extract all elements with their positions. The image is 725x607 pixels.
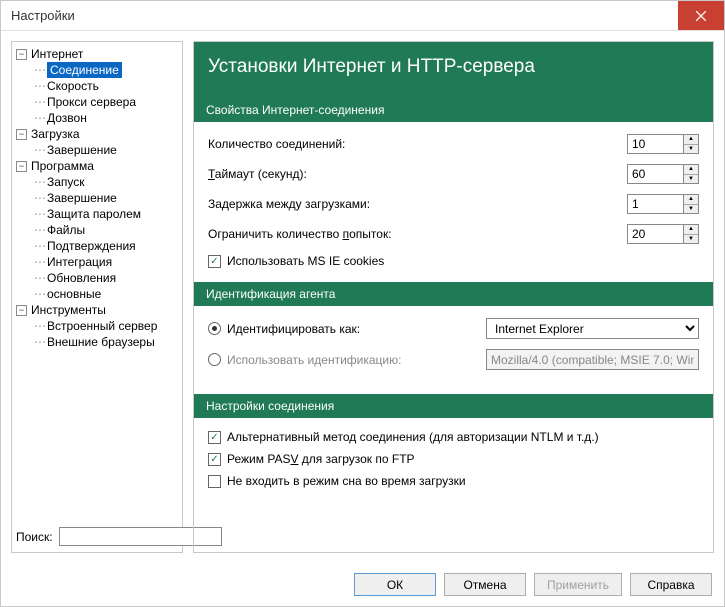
tree-item-main[interactable]: ⋯основные [32, 286, 180, 302]
tree-item-password[interactable]: ⋯Защита паролем [32, 206, 180, 222]
pasv-label: Режим PASV для загрузок по FTP [227, 452, 415, 466]
tree-item-download[interactable]: −Загрузка [14, 126, 180, 142]
search-row: Поиск: [14, 523, 180, 548]
retries-label: Ограничить количество попыток: [208, 227, 627, 241]
tree-item-speed[interactable]: ⋯Скорость [32, 78, 180, 94]
retries-input[interactable] [627, 224, 683, 244]
cookies-checkbox[interactable]: ✓ [208, 255, 221, 268]
retries-spinner[interactable]: ▲▼ [627, 224, 699, 244]
section-connection-body: ✓ Альтернативный метод соединения (для а… [194, 418, 713, 502]
identify-as-label: Идентифицировать как: [227, 322, 360, 336]
tree-item-connection[interactable]: ⋯Соединение [32, 62, 180, 78]
alt-method-label: Альтернативный метод соединения (для авт… [227, 430, 599, 444]
identify-as-radio[interactable] [208, 322, 221, 335]
search-label: Поиск: [16, 530, 53, 544]
section-agent-body: Идентифицировать как: Internet Explorer … [194, 306, 713, 394]
sleep-checkbox[interactable] [208, 475, 221, 488]
titlebar: Настройки [1, 1, 724, 31]
tree-item-finish2[interactable]: ⋯Завершение [32, 190, 180, 206]
use-id-input [486, 349, 699, 370]
section-connection: Настройки соединения [194, 394, 713, 418]
tree-item-proxy[interactable]: ⋯Прокси сервера [32, 94, 180, 110]
tree-item-external[interactable]: ⋯Внешние браузеры [32, 334, 180, 350]
tree-item-files[interactable]: ⋯Файлы [32, 222, 180, 238]
page-title: Установки Интернет и HTTP-сервера [194, 42, 713, 98]
spin-up-icon[interactable]: ▲ [684, 165, 698, 175]
timeout-label: Таймаут (секунд): [208, 167, 627, 181]
delay-label: Задержка между загрузками: [208, 197, 627, 211]
timeout-input[interactable] [627, 164, 683, 184]
sidebar: −Интернет ⋯Соединение ⋯Скорость ⋯Прокси … [11, 41, 183, 553]
tree-item-startup[interactable]: ⋯Запуск [32, 174, 180, 190]
section-agent: Идентификация агента [194, 282, 713, 306]
cookies-label: Использовать MS IE cookies [227, 254, 384, 268]
timeout-spinner[interactable]: ▲▼ [627, 164, 699, 184]
collapse-icon[interactable]: − [16, 305, 27, 316]
collapse-icon[interactable]: − [16, 129, 27, 140]
identify-as-select[interactable]: Internet Explorer [486, 318, 699, 339]
section-internet-props: Свойства Интернет-соединения [194, 98, 713, 122]
close-button[interactable] [678, 1, 724, 30]
connections-label: Количество соединений: [208, 137, 627, 151]
settings-tree[interactable]: −Интернет ⋯Соединение ⋯Скорость ⋯Прокси … [14, 46, 180, 523]
tree-item-updates[interactable]: ⋯Обновления [32, 270, 180, 286]
help-button[interactable]: Справка [630, 573, 712, 596]
collapse-icon[interactable]: − [16, 49, 27, 60]
spin-up-icon[interactable]: ▲ [684, 135, 698, 145]
cancel-button[interactable]: Отмена [444, 573, 526, 596]
delay-spinner[interactable]: ▲▼ [627, 194, 699, 214]
tree-item-confirm[interactable]: ⋯Подтверждения [32, 238, 180, 254]
tree-item-dialup[interactable]: ⋯Дозвон [32, 110, 180, 126]
spin-down-icon[interactable]: ▼ [684, 235, 698, 244]
sleep-label: Не входить в режим сна во время загрузки [227, 474, 466, 488]
spin-down-icon[interactable]: ▼ [684, 175, 698, 184]
spin-down-icon[interactable]: ▼ [684, 145, 698, 154]
tree-item-tools[interactable]: −Инструменты [14, 302, 180, 318]
tree-item-internet[interactable]: −Интернет [14, 46, 180, 62]
section-internet-props-body: Количество соединений: ▲▼ Таймаут (секун… [194, 122, 713, 282]
pasv-checkbox[interactable]: ✓ [208, 453, 221, 466]
tree-item-program[interactable]: −Программа [14, 158, 180, 174]
collapse-icon[interactable]: − [16, 161, 27, 172]
tree-item-integration[interactable]: ⋯Интеграция [32, 254, 180, 270]
delay-input[interactable] [627, 194, 683, 214]
alt-method-checkbox[interactable]: ✓ [208, 431, 221, 444]
use-id-radio[interactable] [208, 353, 221, 366]
apply-button[interactable]: Применить [534, 573, 622, 596]
tree-item-builtin[interactable]: ⋯Встроенный сервер [32, 318, 180, 334]
dialog-body: −Интернет ⋯Соединение ⋯Скорость ⋯Прокси … [1, 31, 724, 563]
window-title: Настройки [11, 8, 678, 23]
tree-item-finish[interactable]: ⋯Завершение [32, 142, 180, 158]
content-panel: Установки Интернет и HTTP-сервера Свойст… [193, 41, 714, 553]
spin-down-icon[interactable]: ▼ [684, 205, 698, 214]
spin-up-icon[interactable]: ▲ [684, 195, 698, 205]
close-icon [696, 11, 706, 21]
ok-button[interactable]: ОК [354, 573, 436, 596]
use-id-label: Использовать идентификацию: [227, 353, 401, 367]
connections-input[interactable] [627, 134, 683, 154]
dialog-footer: ОК Отмена Применить Справка [1, 563, 724, 606]
connections-spinner[interactable]: ▲▼ [627, 134, 699, 154]
settings-dialog: Настройки −Интернет ⋯Соединение ⋯Скорост… [0, 0, 725, 607]
spin-up-icon[interactable]: ▲ [684, 225, 698, 235]
